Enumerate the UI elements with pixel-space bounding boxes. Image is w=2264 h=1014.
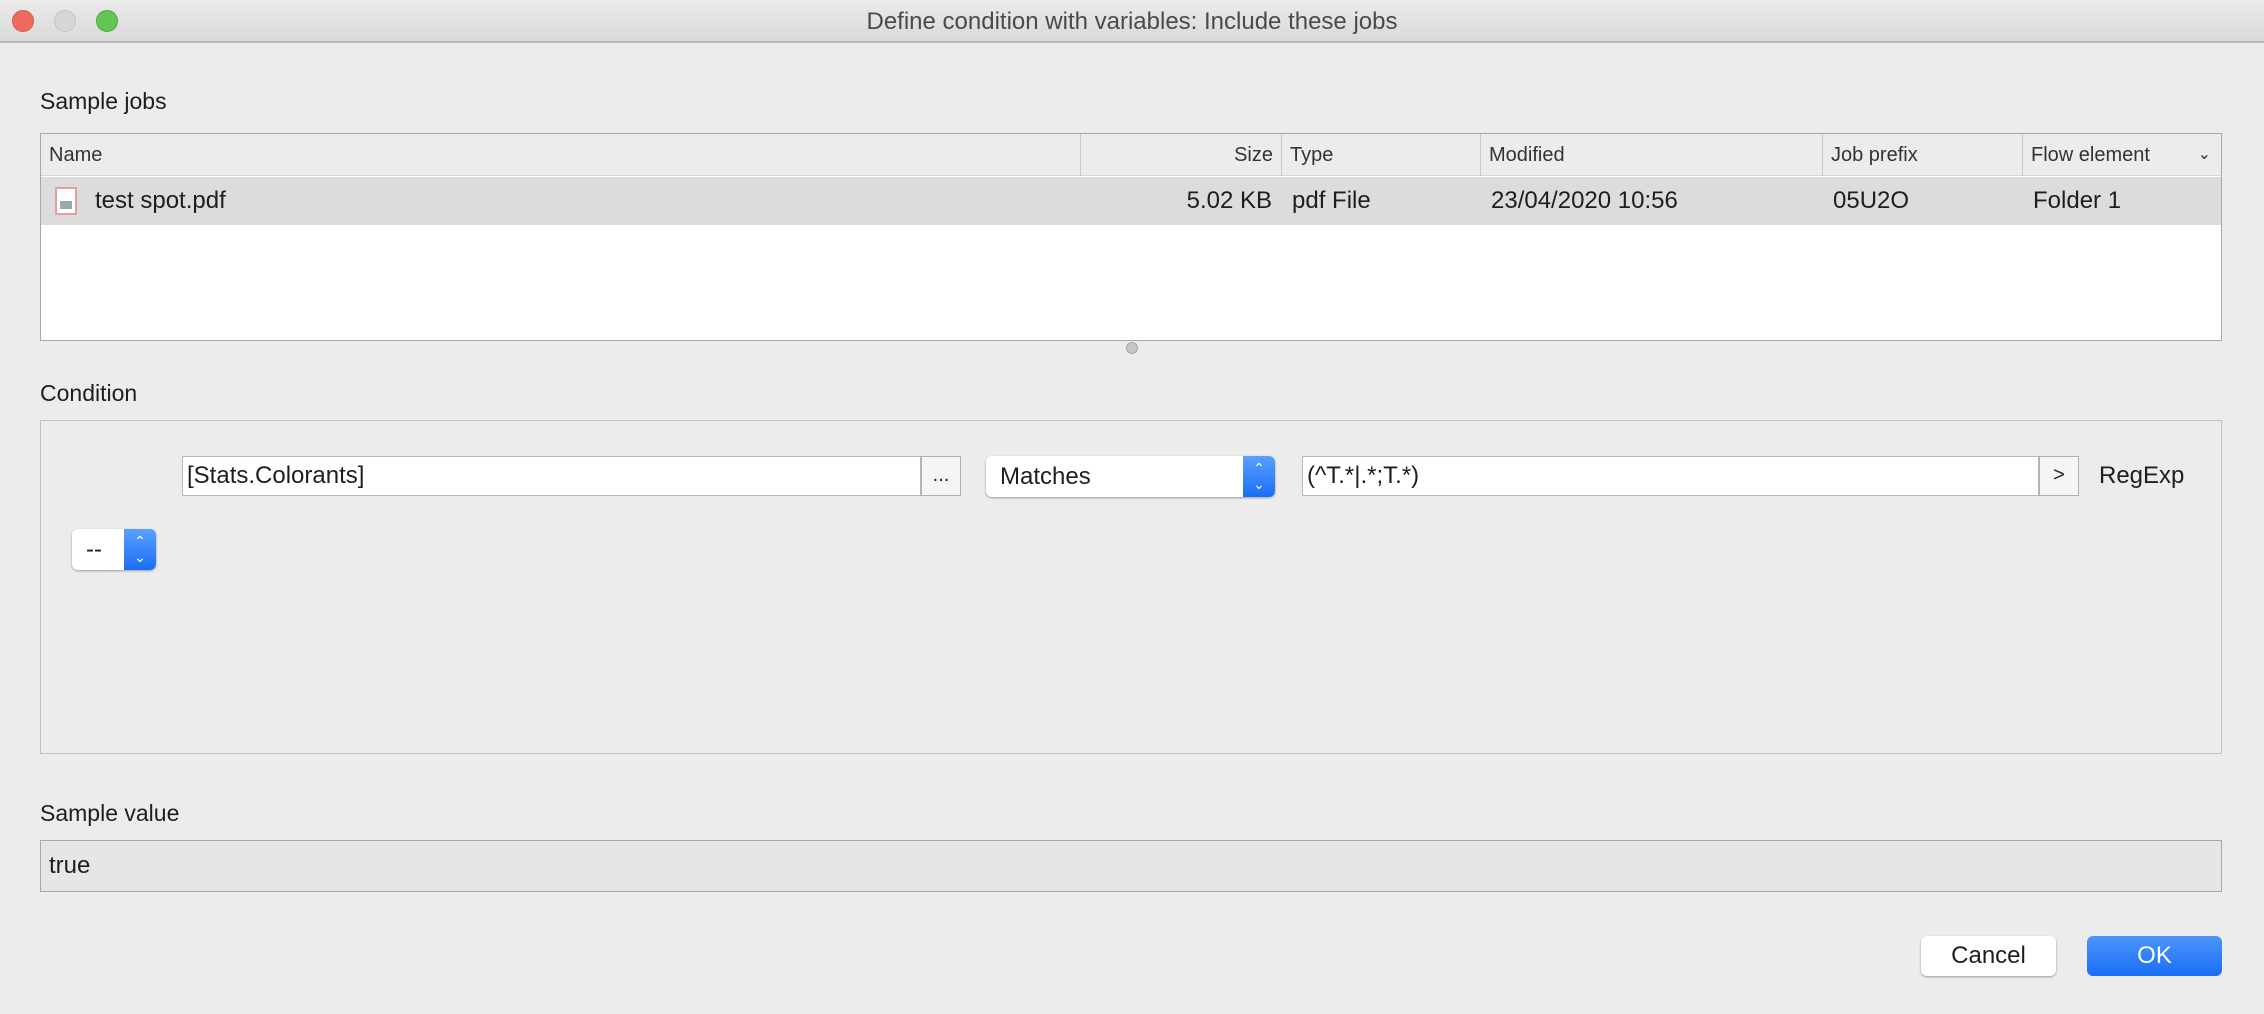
- column-header-size[interactable]: Size: [1081, 134, 1282, 176]
- table-header: Name Size Type Modified Job prefix Flow …: [41, 134, 2221, 176]
- table-row[interactable]: test spot.pdf 5.02 KB pdf File 23/04/202…: [41, 177, 2221, 225]
- condition-label: Condition: [40, 380, 138, 406]
- column-header-type[interactable]: Type: [1282, 134, 1481, 176]
- cell-flow-element: Folder 1: [2033, 187, 2122, 214]
- cancel-button[interactable]: Cancel: [1921, 936, 2056, 976]
- column-header-job-prefix[interactable]: Job prefix: [1823, 134, 2023, 176]
- logic-operator-select[interactable]: -- ⌃ ⌄: [72, 529, 156, 570]
- column-header-flow-element-label: Flow element: [2031, 144, 2150, 166]
- up-down-chevron-icon: ⌃ ⌄: [1243, 456, 1275, 497]
- column-header-modified[interactable]: Modified: [1481, 134, 1823, 176]
- chevron-down-icon: ⌄: [2197, 146, 2211, 163]
- insert-button[interactable]: >: [2039, 456, 2079, 496]
- cell-size: 5.02 KB: [1186, 187, 1272, 214]
- splitter-handle[interactable]: [1126, 342, 1138, 354]
- operator-select[interactable]: Matches ⌃ ⌄: [986, 456, 1275, 497]
- column-header-name[interactable]: Name: [41, 134, 1081, 176]
- condition-panel: [Stats.Colorants] ... Matches ⌃ ⌄ (^T.*|.*…: [40, 420, 2222, 754]
- cell-modified: 23/04/2020 10:56: [1491, 187, 1678, 214]
- sample-jobs-label: Sample jobs: [40, 88, 167, 114]
- sample-value-field: true: [40, 840, 2222, 892]
- up-down-chevron-icon: ⌃ ⌄: [124, 529, 156, 570]
- value-type-label: RegExp: [2099, 462, 2185, 489]
- window-title: Define condition with variables: Include…: [866, 8, 1398, 35]
- pdf-file-icon: [55, 187, 77, 215]
- title-bar: Define condition with variables: Include…: [0, 0, 2264, 43]
- logic-operator-value: --: [86, 536, 102, 563]
- sample-value-label: Sample value: [40, 800, 180, 826]
- cell-job-prefix: 05U2O: [1833, 187, 1910, 214]
- operator-select-value: Matches: [1000, 463, 1091, 490]
- variable-input[interactable]: [Stats.Colorants]: [182, 456, 921, 496]
- ok-button[interactable]: OK: [2087, 936, 2222, 976]
- column-header-flow-element[interactable]: Flow element ⌄: [2023, 134, 2223, 176]
- cell-type: pdf File: [1292, 187, 1371, 214]
- sample-jobs-table: Name Size Type Modified Job prefix Flow …: [40, 133, 2222, 341]
- cell-name: test spot.pdf: [95, 187, 226, 214]
- value-input[interactable]: (^T.*|.*;T.*): [1302, 456, 2039, 496]
- browse-variable-button[interactable]: ...: [921, 456, 961, 496]
